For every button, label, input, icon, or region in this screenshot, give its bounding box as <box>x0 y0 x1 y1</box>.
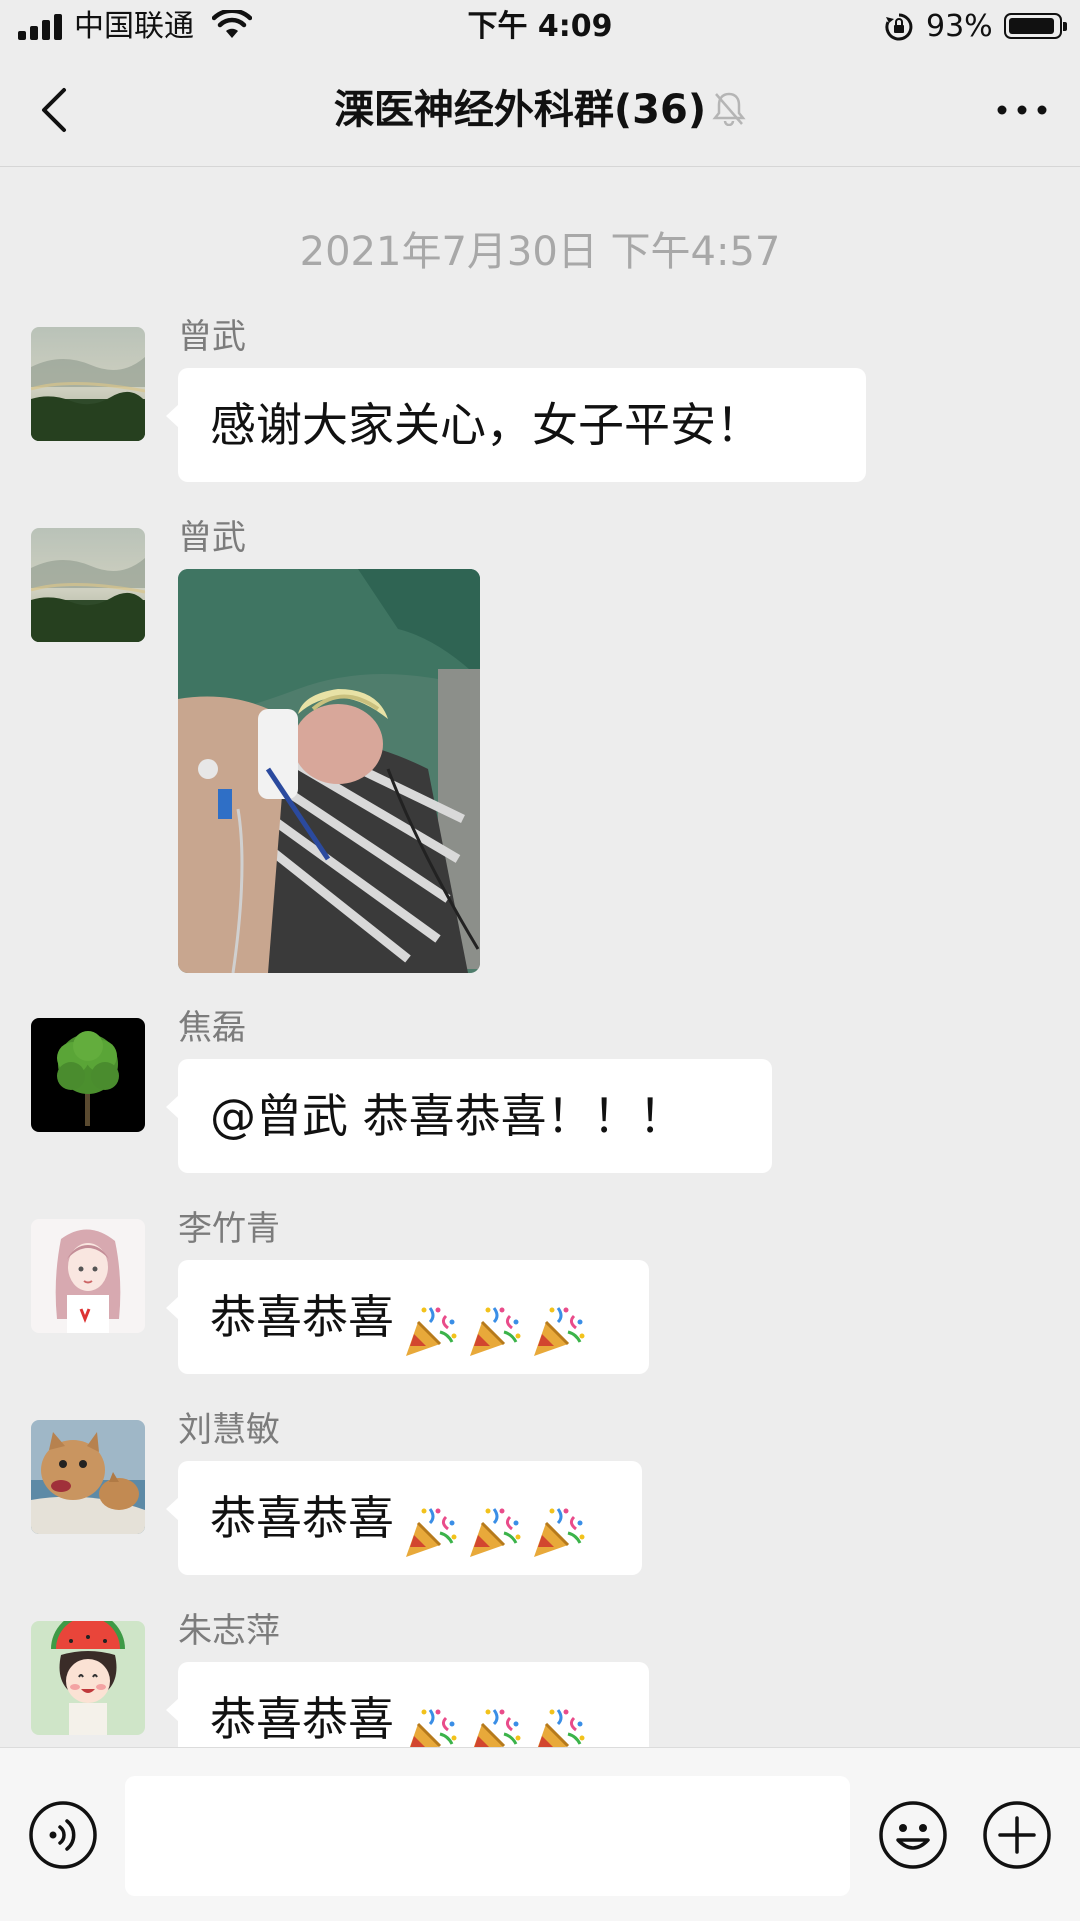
chat-header: 溧医神经外科群(36) <box>0 54 1080 167</box>
message-bubble[interactable]: 恭喜恭喜 <box>166 1260 649 1374</box>
sender-name: 曾武 <box>178 317 246 357</box>
message-bubble[interactable]: 恭喜恭喜 <box>166 1461 642 1575</box>
orientation-lock-icon <box>885 13 913 41</box>
newborn-photo[interactable] <box>178 569 480 973</box>
status-time: 下午 4:09 <box>467 9 613 44</box>
sender-name: 曾武 <box>178 518 246 558</box>
message-text: 恭喜恭喜 <box>210 1692 394 1746</box>
bell-slash-icon <box>712 92 746 126</box>
message-timestamp: 2021年7月30日 下午4:57 <box>299 229 781 275</box>
message-text: 恭喜恭喜 <box>210 1290 394 1344</box>
party-popper-icon <box>528 1287 586 1356</box>
message-bubble[interactable]: @曾武 恭喜恭喜！！！ <box>166 1059 772 1173</box>
voice-icon[interactable] <box>28 1800 98 1870</box>
party-popper-icon <box>464 1287 522 1356</box>
group-name: 溧医神经外科群(36) <box>333 87 707 133</box>
sender-name: 朱志萍 <box>178 1611 280 1651</box>
avatar[interactable] <box>31 1420 145 1534</box>
ellipsis-icon[interactable] <box>994 90 1050 130</box>
party-popper-icon <box>464 1689 522 1747</box>
party-popper-icon <box>464 1488 522 1557</box>
avatar[interactable] <box>31 1621 145 1735</box>
avatar[interactable] <box>31 1018 145 1132</box>
message-text: 感谢大家关心，女子平安！ <box>210 398 762 452</box>
message-text: @曾武 恭喜恭喜！！！ <box>210 1089 685 1143</box>
battery-icon <box>1004 13 1067 39</box>
party-popper-icon <box>400 1287 458 1356</box>
party-popper-icon <box>400 1488 458 1557</box>
party-popper-icon <box>528 1689 586 1747</box>
sender-name: 焦磊 <box>178 1008 246 1048</box>
message-input[interactable] <box>125 1776 850 1896</box>
avatar[interactable] <box>31 1219 145 1333</box>
plus-circle-icon[interactable] <box>982 1800 1052 1870</box>
message-text: 恭喜恭喜 <box>210 1491 394 1545</box>
party-popper-icon <box>400 1689 458 1747</box>
sender-name: 刘慧敏 <box>178 1410 280 1450</box>
message-bubble[interactable]: 恭喜恭喜 <box>166 1662 649 1747</box>
battery-level <box>1009 18 1054 34</box>
battery-percent: 93% <box>926 9 993 44</box>
page-title: 溧医神经外科群(36) <box>0 84 1080 136</box>
message-list[interactable]: 2021年7月30日 下午4:57 曾武 感谢大家关心，女子平安！ 曾武 焦磊 … <box>0 167 1080 1747</box>
avatar[interactable] <box>31 528 145 642</box>
party-popper-icon <box>528 1488 586 1557</box>
sender-name: 李竹青 <box>178 1209 280 1249</box>
input-bar <box>0 1747 1080 1921</box>
avatar[interactable] <box>31 327 145 441</box>
status-bar: 中国联通 下午 4:09 93% <box>0 0 1080 54</box>
message-bubble[interactable]: 感谢大家关心，女子平安！ <box>166 368 866 482</box>
smiley-icon[interactable] <box>878 1800 948 1870</box>
